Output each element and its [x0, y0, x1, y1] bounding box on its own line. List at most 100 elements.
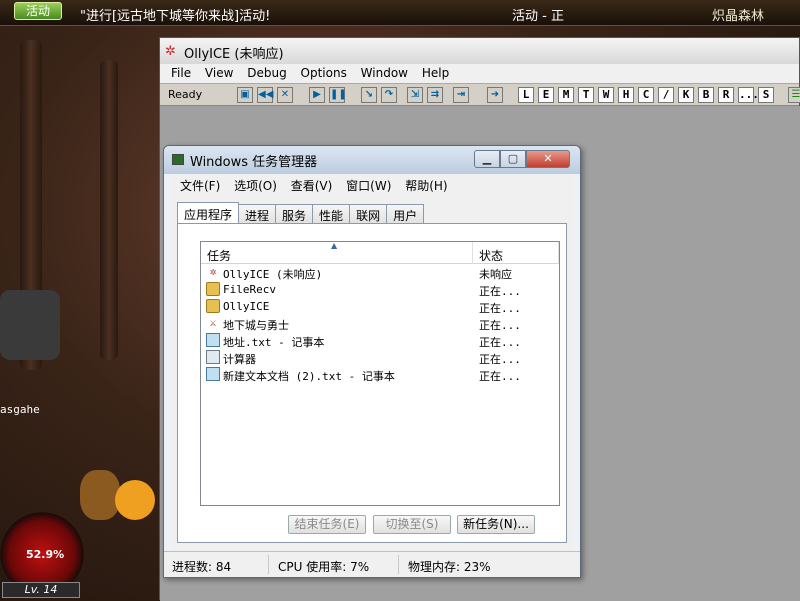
game-top-bar: 活动 "进行[远古地下城等你来战]活动! 活动 - 正 炽晶森林: [0, 0, 800, 26]
list-icon[interactable]: ☰: [788, 87, 800, 103]
table-row[interactable]: 新建文本文档 (2).txt - 记事本 正在...: [201, 366, 559, 383]
player-name: asgahe: [0, 403, 40, 416]
menu-options[interactable]: Options: [296, 64, 352, 82]
monster-sprite: [80, 470, 120, 520]
process-count: 进程数: 84: [172, 560, 232, 574]
close-icon[interactable]: ✕: [277, 87, 293, 103]
memory-usage: 物理内存: 23%: [408, 560, 491, 574]
table-row[interactable]: 地址.txt - 记事本 正在...: [201, 332, 559, 349]
event-status: 活动 - 正: [512, 9, 564, 24]
level-badge: Lv. 14: [2, 582, 80, 598]
rock: [0, 290, 60, 360]
tab-networking[interactable]: 联网: [349, 204, 388, 224]
notepad-icon: [206, 367, 220, 381]
new-task-button[interactable]: 新任务(N)...: [457, 515, 535, 534]
notepad-icon: [206, 333, 220, 347]
task-manager-menu-bar: 文件(F) 选项(O) 查看(V) 窗口(W) 帮助(H): [171, 174, 573, 194]
minimize-button[interactable]: ▁: [474, 150, 500, 168]
tab-performance[interactable]: 性能: [312, 204, 351, 224]
task-status: 正在...: [479, 370, 521, 383]
toolbar-log-button[interactable]: L: [518, 87, 534, 103]
task-manager-icon: [172, 154, 184, 165]
table-row[interactable]: FileRecv 正在...: [201, 281, 559, 298]
toolbar-threads-button[interactable]: T: [578, 87, 594, 103]
list-header: ▲ 任务 状态: [201, 241, 559, 264]
pause-icon[interactable]: ❚❚: [329, 87, 347, 103]
task-name: FileRecv: [223, 283, 276, 296]
menu-window[interactable]: Window: [356, 64, 413, 82]
task-status: 正在...: [479, 336, 521, 349]
end-task-button[interactable]: 结束任务(E): [288, 515, 366, 534]
menu-file[interactable]: File: [166, 64, 196, 82]
event-announcement: "进行[远古地下城等你来战]活动!: [80, 9, 271, 24]
tree-trunk: [100, 60, 118, 360]
folder-icon: [206, 299, 220, 313]
bug-icon: ✲: [165, 44, 176, 59]
event-button[interactable]: 活动: [14, 2, 62, 20]
toolbar-executable-button[interactable]: E: [538, 87, 554, 103]
tab-services[interactable]: 服务: [275, 204, 314, 224]
debugger-status: Ready: [168, 88, 203, 101]
tab-applications[interactable]: 应用程序: [177, 202, 240, 224]
task-manager-title-bar[interactable]: Windows 任务管理器 ▁ ▢ ✕: [164, 146, 580, 174]
task-manager-title: Windows 任务管理器: [190, 155, 318, 170]
olly-icon: ✲: [209, 265, 217, 278]
toolbar-breakpoints-button[interactable]: B: [698, 87, 714, 103]
menu-help[interactable]: Help: [417, 64, 454, 82]
task-name: 地址.txt - 记事本: [223, 336, 325, 349]
applications-panel: ▲ 任务 状态 ✲ OllyICE (未响应) 未响应 FileRecv 正在.…: [177, 223, 567, 543]
task-status: 正在...: [479, 285, 521, 298]
column-header-status[interactable]: 状态: [473, 242, 559, 264]
column-header-task-label: 任务: [207, 249, 232, 263]
close-button[interactable]: ✕: [526, 150, 570, 168]
location-name: 炽晶森林: [712, 9, 765, 24]
task-name: 计算器: [223, 353, 256, 366]
task-name: 地下城与勇士: [223, 319, 289, 332]
switch-to-button[interactable]: 切换至(S): [373, 515, 451, 534]
maximize-button[interactable]: ▢: [500, 150, 526, 168]
task-status: 未响应: [479, 268, 512, 281]
divider: [268, 555, 269, 574]
column-header-task[interactable]: ▲ 任务: [201, 241, 473, 264]
game-icon: ⚔: [209, 316, 217, 329]
ollyice-title: OllyICE (未响应): [184, 47, 284, 62]
fire-effect: [115, 480, 155, 520]
table-row[interactable]: OllyICE 正在...: [201, 298, 559, 315]
toolbar-handles-button[interactable]: H: [618, 87, 634, 103]
toolbar-run-trace-button[interactable]: ...: [738, 87, 759, 103]
execute-till-return-icon[interactable]: ⇥: [453, 87, 469, 103]
toolbar-references-button[interactable]: R: [718, 87, 734, 103]
toolbar-memory-button[interactable]: M: [558, 87, 574, 103]
toolbar-windows-button[interactable]: W: [598, 87, 614, 103]
tab-processes[interactable]: 进程: [238, 204, 277, 224]
ollyice-title-bar[interactable]: ✲ OllyICE (未响应): [160, 38, 799, 64]
trace-into-icon[interactable]: ⇲: [407, 87, 423, 103]
ollyice-menu-bar: File View Debug Options Window Help: [160, 64, 799, 84]
toolbar-callstack-button[interactable]: K: [678, 87, 694, 103]
goto-icon[interactable]: ➜: [487, 87, 503, 103]
step-into-icon[interactable]: ↘: [361, 87, 377, 103]
toolbar-source-button[interactable]: S: [758, 87, 774, 103]
hp-value: 52.9%: [26, 548, 65, 561]
task-status: 正在...: [479, 353, 521, 366]
toolbar-patches-button[interactable]: /: [658, 87, 674, 103]
task-list[interactable]: ▲ 任务 状态 ✲ OllyICE (未响应) 未响应 FileRecv 正在.…: [200, 241, 560, 506]
menu-view[interactable]: View: [200, 64, 238, 82]
menu-debug[interactable]: Debug: [242, 64, 291, 82]
trace-over-icon[interactable]: ⇉: [427, 87, 443, 103]
task-status: 正在...: [479, 319, 521, 332]
cpu-usage: CPU 使用率: 7%: [278, 560, 370, 574]
table-row[interactable]: 计算器 正在...: [201, 349, 559, 366]
play-icon[interactable]: ▶: [309, 87, 325, 103]
task-manager-status-bar: 进程数: 84 CPU 使用率: 7% 物理内存: 23%: [164, 551, 580, 577]
folder-icon: [206, 282, 220, 296]
tab-users[interactable]: 用户: [386, 204, 425, 224]
task-name: 新建文本文档 (2).txt - 记事本: [223, 370, 395, 383]
calculator-icon: [206, 350, 220, 364]
rewind-icon[interactable]: ◀◀: [257, 87, 273, 103]
table-row[interactable]: ✲ OllyICE (未响应) 未响应: [201, 264, 559, 281]
open-icon[interactable]: ▣: [237, 87, 253, 103]
step-over-icon[interactable]: ↷: [381, 87, 397, 103]
toolbar-cpu-button[interactable]: C: [638, 87, 654, 103]
table-row[interactable]: ⚔ 地下城与勇士 正在...: [201, 315, 559, 332]
